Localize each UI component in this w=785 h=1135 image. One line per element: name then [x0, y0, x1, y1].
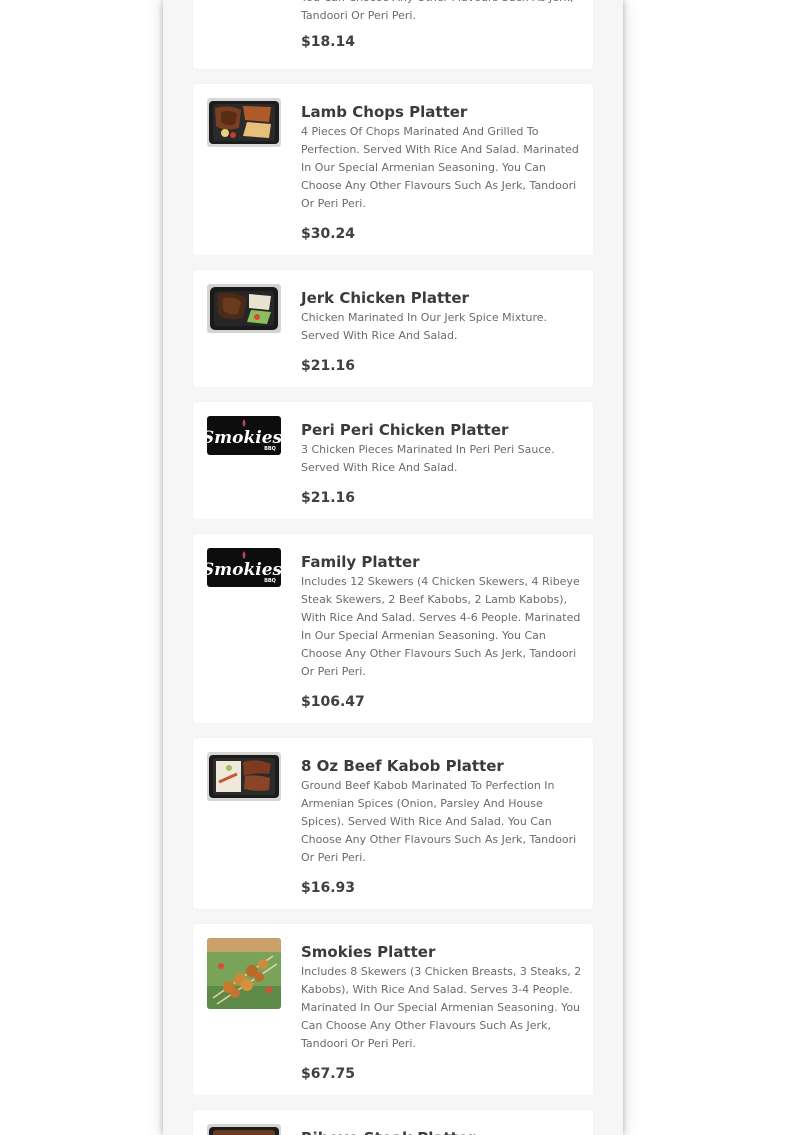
menu-item-price: $21.16 [301, 358, 356, 374]
menu-item-price: $18.14 [301, 34, 356, 50]
menu-item-card[interactable]: Smokies BBQ Peri Peri Chicken Platter 3 … [193, 402, 593, 519]
menu-item-info: Family Platter Includes 12 Skewers (4 Ch… [301, 551, 583, 712]
platter-photo [207, 284, 281, 333]
menu-item-description: Ground Beef Kabob Marinated To Perfectio… [301, 779, 577, 864]
skewers-photo [207, 938, 281, 1009]
svg-text:BBQ: BBQ [264, 578, 276, 584]
menu-item-card[interactable]: Jerk Chicken Platter Chicken Marinated I… [193, 270, 593, 387]
menu-item-info: You Can Choose Any Other Flavours Such A… [301, 0, 583, 52]
platter-photo [207, 1124, 281, 1135]
smokies-logo: Smokies BBQ [207, 416, 281, 455]
menu-panel: You Can Choose Any Other Flavours Such A… [163, 0, 623, 1135]
menu-item-card[interactable]: You Can Choose Any Other Flavours Such A… [193, 0, 593, 69]
menu-item-card[interactable]: Smokies BBQ Family Platter Includes 12 S… [193, 534, 593, 723]
menu-item-info: Jerk Chicken Platter Chicken Marinated I… [301, 287, 583, 376]
menu-item-title: 8 Oz Beef Kabob Platter [301, 757, 504, 775]
svg-text:Smokies: Smokies [207, 560, 281, 580]
menu-item-card[interactable]: Smokies Platter Includes 8 Skewers (3 Ch… [193, 924, 593, 1095]
menu-item-description: Includes 8 Skewers (3 Chicken Breasts, 3… [301, 965, 582, 1050]
menu-item-description: You Can Choose Any Other Flavours Such A… [301, 0, 573, 22]
smokies-logo: Smokies BBQ [207, 548, 281, 587]
menu-item-info: Smokies Platter Includes 8 Skewers (3 Ch… [301, 941, 583, 1084]
menu-item-card[interactable]: 8 Oz Beef Kabob Platter Ground Beef Kabo… [193, 738, 593, 909]
menu-item-info: 8 Oz Beef Kabob Platter Ground Beef Kabo… [301, 755, 583, 898]
menu-item-description: 3 Chicken Pieces Marinated In Peri Peri … [301, 443, 555, 474]
svg-text:BBQ: BBQ [264, 446, 276, 452]
menu-item-title: Smokies Platter [301, 943, 436, 961]
menu-item-info: Lamb Chops Platter 4 Pieces Of Chops Mar… [301, 101, 583, 244]
menu-item-title: Peri Peri Chicken Platter [301, 421, 509, 439]
svg-text:Smokies: Smokies [207, 428, 281, 448]
platter-photo [207, 752, 281, 801]
menu-item-price: $30.24 [301, 226, 356, 242]
menu-item-price: $16.93 [301, 880, 356, 896]
menu-item-price: $67.75 [301, 1066, 356, 1082]
menu-item-title: Family Platter [301, 553, 420, 571]
menu-item-description: Chicken Marinated In Our Jerk Spice Mixt… [301, 311, 548, 342]
menu-item-price: $106.47 [301, 694, 365, 710]
menu-item-description: Includes 12 Skewers (4 Chicken Skewers, … [301, 575, 581, 678]
menu-item-title: Jerk Chicken Platter [301, 289, 469, 307]
menu-item-info: Peri Peri Chicken Platter 3 Chicken Piec… [301, 419, 583, 508]
menu-item-card[interactable]: Ribeye Steak Platter [193, 1110, 593, 1135]
menu-item-info: Ribeye Steak Platter [301, 1127, 583, 1135]
menu-item-price: $21.16 [301, 490, 356, 506]
menu-item-description: 4 Pieces Of Chops Marinated And Grilled … [301, 125, 579, 210]
menu-item-card[interactable]: Lamb Chops Platter 4 Pieces Of Chops Mar… [193, 84, 593, 255]
platter-photo [207, 98, 281, 147]
menu-item-title: Ribeye Steak Platter [301, 1127, 583, 1135]
menu-item-title: Lamb Chops Platter [301, 103, 468, 121]
